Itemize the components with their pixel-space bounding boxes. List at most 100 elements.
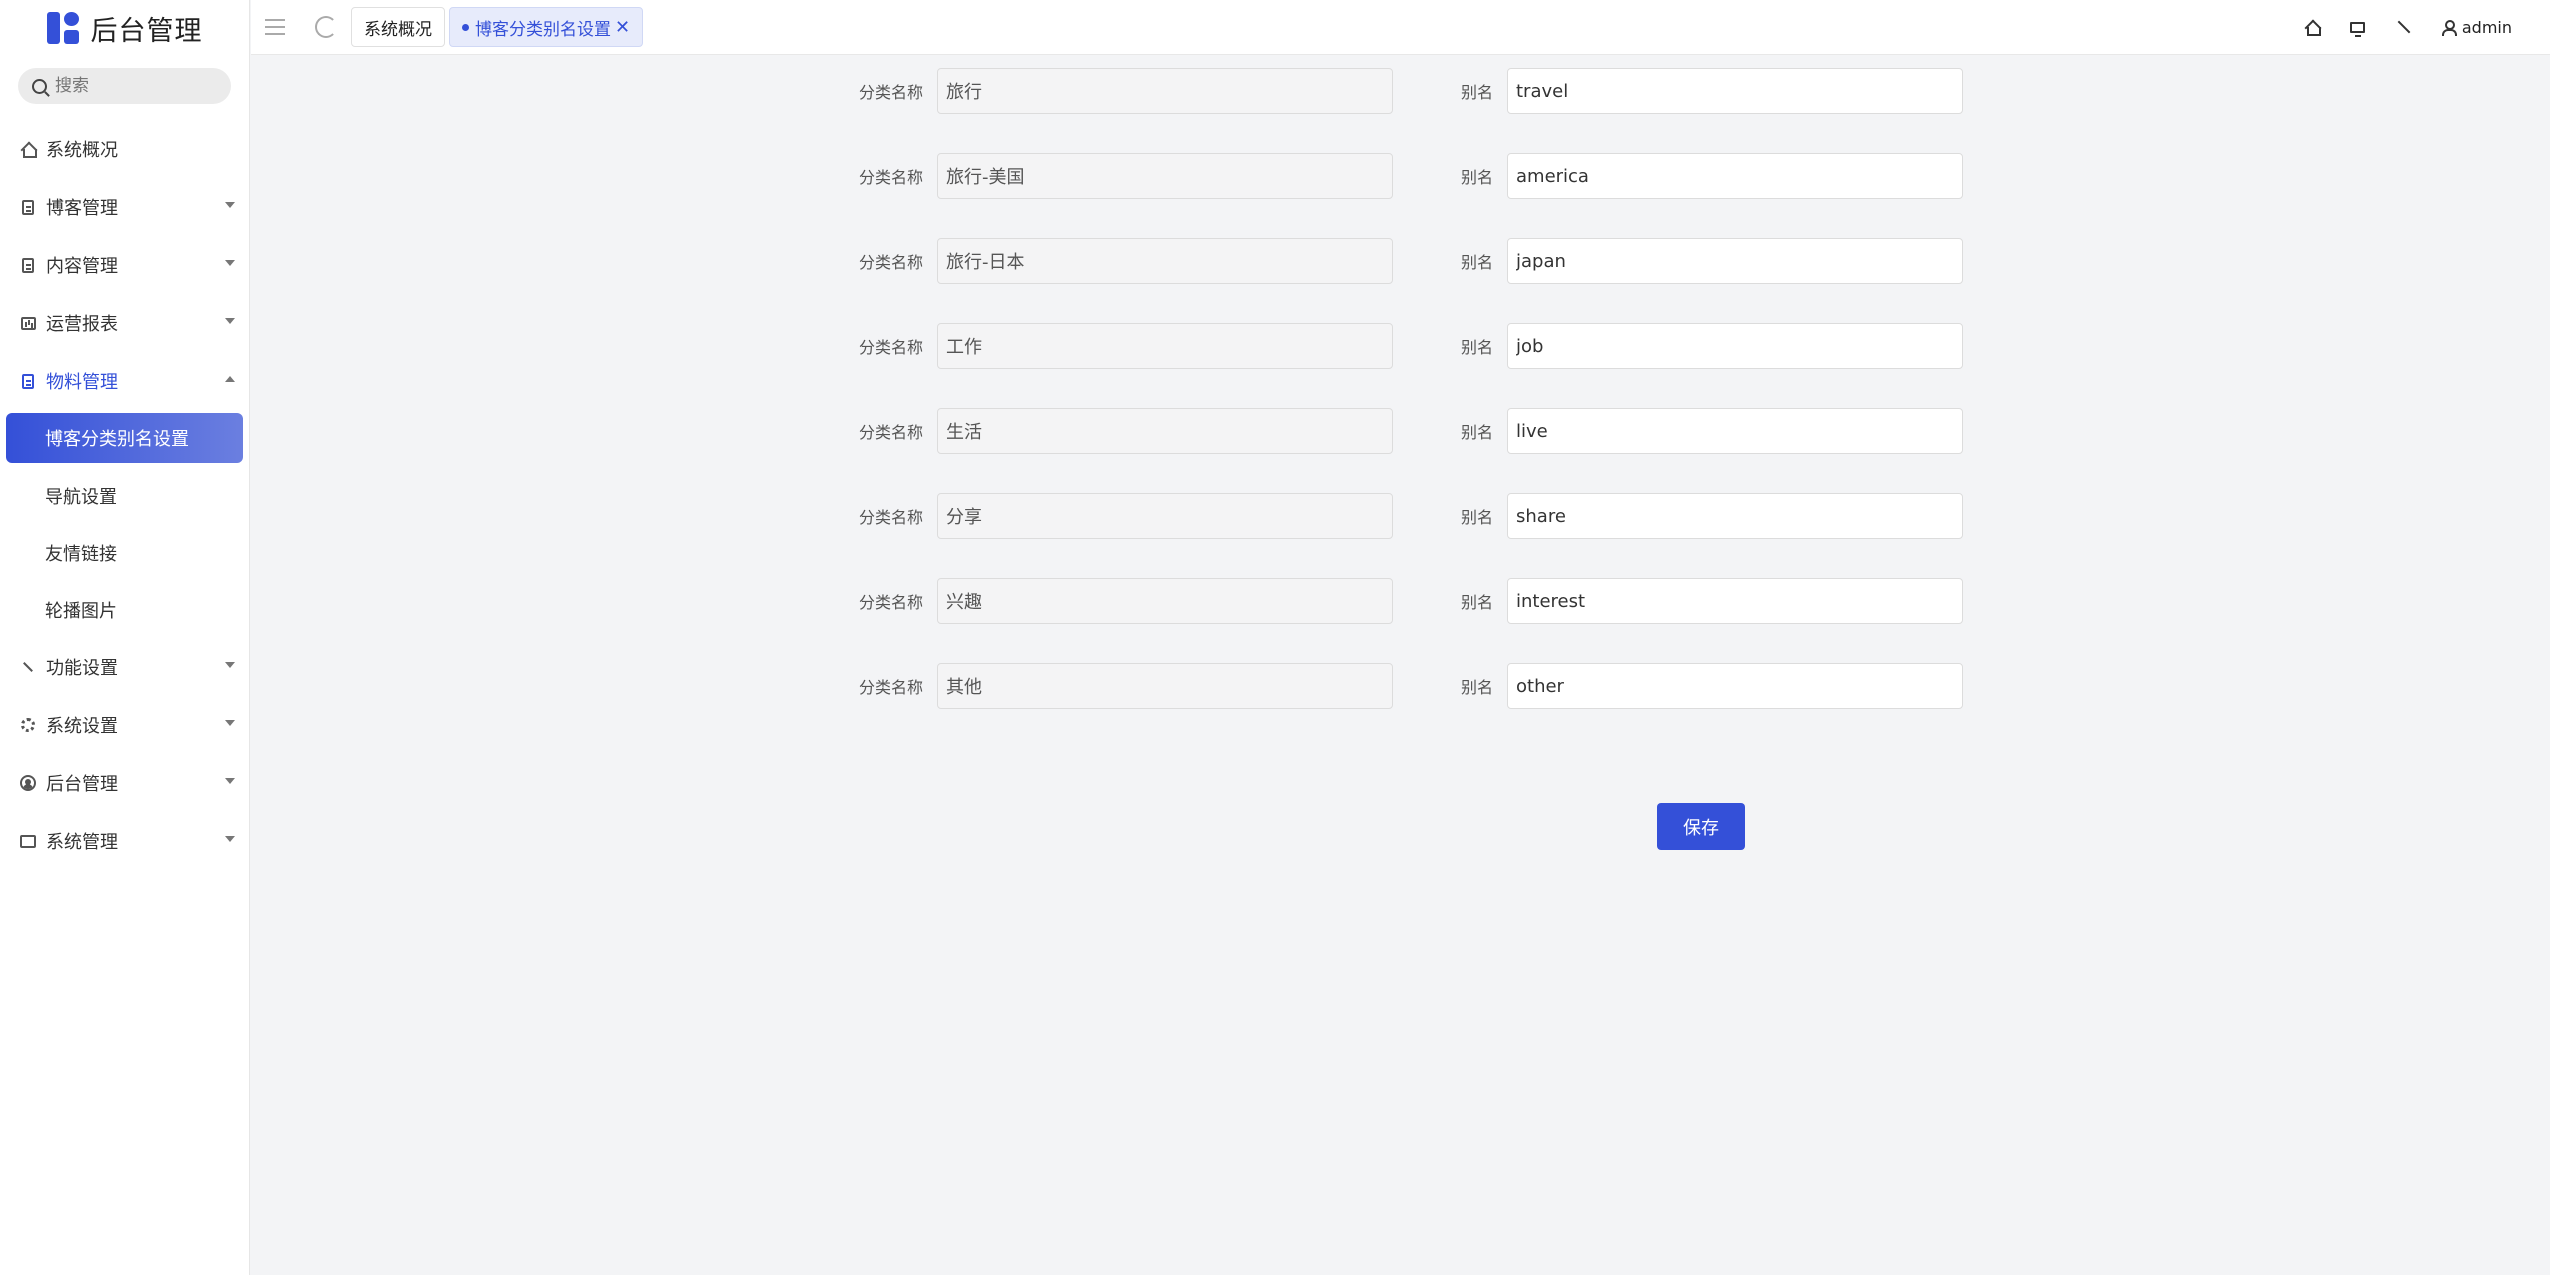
alias-field[interactable] — [1507, 68, 1963, 114]
alias-field[interactable] — [1507, 323, 1963, 369]
category-name-label: 分类名称 — [858, 168, 923, 187]
category-name-field[interactable] — [937, 323, 1393, 369]
category-name-label: 分类名称 — [858, 83, 923, 102]
alias-row: 别名 — [1453, 408, 1963, 454]
chevron-down-icon — [225, 318, 235, 324]
chevron-up-icon — [225, 376, 235, 382]
alias-row: 别名 — [1453, 493, 1963, 539]
sidebar-item-3[interactable]: 运营报表 — [0, 294, 249, 352]
alias-field[interactable] — [1507, 408, 1963, 454]
code-icon — [20, 833, 36, 849]
alias-field[interactable] — [1507, 153, 1963, 199]
sidebar-item-7[interactable]: 后台管理 — [0, 754, 249, 812]
alias-label: 别名 — [1460, 593, 1493, 612]
tab-blog-category-alias[interactable]: 博客分类别名设置 ✕ — [449, 7, 644, 47]
chevron-down-icon — [225, 202, 235, 208]
sidebar-item-label: 系统管理 — [46, 832, 118, 853]
category-name-field[interactable] — [937, 153, 1393, 199]
category-row: 分类名称 — [851, 578, 1393, 624]
search-icon — [32, 78, 47, 94]
sidebar-item-5[interactable]: 功能设置 — [0, 638, 249, 696]
wand-icon[interactable] — [2396, 19, 2412, 35]
category-name-label: 分类名称 — [858, 338, 923, 357]
category-name-label: 分类名称 — [858, 423, 923, 442]
alias-label: 别名 — [1460, 83, 1493, 102]
refresh-icon[interactable] — [315, 16, 337, 38]
document-icon — [20, 199, 36, 215]
sidebar: 后台管理 系统概况博客管理内容管理运营报表物料管理博客分类别名设置导航设置友情链… — [0, 0, 250, 1275]
category-name-field[interactable] — [937, 493, 1393, 539]
document-icon — [20, 257, 36, 273]
sidebar-item-8[interactable]: 系统管理 — [0, 812, 249, 870]
home-icon[interactable] — [2304, 19, 2321, 36]
gear-icon — [20, 717, 36, 733]
category-name-label: 分类名称 — [858, 508, 923, 527]
sidebar-item-label: 内容管理 — [46, 256, 118, 277]
alias-row: 别名 — [1453, 663, 1963, 709]
app-title: 后台管理 — [90, 15, 203, 47]
sidebar-item-label: 物料管理 — [46, 372, 118, 393]
category-name-field[interactable] — [937, 408, 1393, 454]
search-input[interactable] — [55, 76, 205, 96]
tab-label: 博客分类别名设置 — [475, 19, 611, 40]
alias-label: 别名 — [1460, 168, 1493, 187]
sidebar-subitem-2[interactable]: 友情链接 — [0, 524, 249, 581]
category-name-field[interactable] — [937, 578, 1393, 624]
tab-system-overview[interactable]: 系统概况 — [351, 7, 445, 47]
category-name-field[interactable] — [937, 663, 1393, 709]
sidebar-item-2[interactable]: 内容管理 — [0, 236, 249, 294]
category-row: 分类名称 — [851, 153, 1393, 199]
alias-field[interactable] — [1507, 238, 1963, 284]
category-name-label: 分类名称 — [858, 678, 923, 697]
alias-row: 别名 — [1453, 578, 1963, 624]
category-row: 分类名称 — [851, 323, 1393, 369]
category-name-field[interactable] — [937, 68, 1393, 114]
chevron-down-icon — [225, 662, 235, 668]
active-dot-icon — [462, 23, 469, 31]
search-box[interactable] — [18, 68, 231, 104]
alias-label: 别名 — [1460, 253, 1493, 272]
sidebar-item-6[interactable]: 系统设置 — [0, 696, 249, 754]
chevron-down-icon — [225, 836, 235, 842]
menu-toggle-icon[interactable] — [265, 19, 285, 35]
sidebar-item-0[interactable]: 系统概况 — [0, 120, 249, 178]
sidebar-subitem-3[interactable]: 轮播图片 — [0, 581, 249, 638]
sidebar-item-label: 系统设置 — [46, 716, 118, 737]
document-icon — [20, 373, 36, 389]
sidebar-subitem-0[interactable]: 博客分类别名设置 — [6, 413, 243, 463]
sidebar-item-1[interactable]: 博客管理 — [0, 178, 249, 236]
category-name-label: 分类名称 — [858, 253, 923, 272]
sidebar-item-4[interactable]: 物料管理 — [0, 352, 249, 410]
monitor-icon[interactable] — [2350, 19, 2366, 37]
alias-field[interactable] — [1507, 578, 1963, 624]
sidebar-item-label: 系统概况 — [46, 140, 118, 161]
alias-field[interactable] — [1507, 663, 1963, 709]
chevron-down-icon — [225, 260, 235, 266]
alias-label: 别名 — [1460, 423, 1493, 442]
sidebar-subitem-1[interactable]: 导航设置 — [0, 467, 249, 524]
category-row: 分类名称 — [851, 663, 1393, 709]
home-icon — [20, 141, 37, 158]
alias-field[interactable] — [1507, 493, 1963, 539]
sidebar-item-label: 运营报表 — [46, 314, 118, 335]
save-button[interactable]: 保存 — [1657, 803, 1745, 850]
user-name: admin — [2461, 17, 2512, 37]
logo: 后台管理 — [0, 0, 249, 56]
alias-label: 别名 — [1460, 678, 1493, 697]
tab-label: 系统概况 — [364, 19, 432, 40]
close-icon[interactable]: ✕ — [615, 17, 630, 38]
wrench-icon — [20, 659, 36, 675]
user-icon — [2441, 20, 2457, 36]
alias-row: 别名 — [1453, 238, 1963, 284]
alias-label: 别名 — [1460, 508, 1493, 527]
category-name-field[interactable] — [937, 238, 1393, 284]
category-row: 分类名称 — [851, 238, 1393, 284]
category-row: 分类名称 — [851, 493, 1393, 539]
category-name-label: 分类名称 — [858, 593, 923, 612]
sidebar-item-label: 功能设置 — [46, 658, 118, 679]
sidebar-item-label: 后台管理 — [46, 774, 118, 795]
user-menu[interactable]: admin — [2441, 17, 2512, 37]
chevron-down-icon — [225, 778, 235, 784]
alias-label: 别名 — [1460, 338, 1493, 357]
category-row: 分类名称 — [851, 68, 1393, 114]
